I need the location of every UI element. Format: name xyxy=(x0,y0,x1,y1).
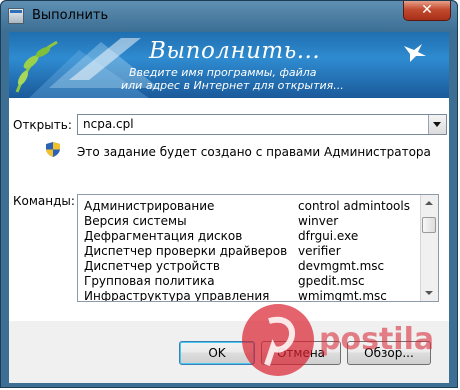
list-item[interactable]: Групповая политика gpedit.msc xyxy=(78,274,418,290)
command-name: Диспетчер проверки драйверов xyxy=(84,244,288,258)
header-banner: Выполнить... Введите имя программы, файл… xyxy=(9,32,449,98)
banner-title: Выполнить... xyxy=(149,38,321,64)
ok-button[interactable]: OK xyxy=(179,341,255,365)
close-icon: ✕ xyxy=(421,2,433,18)
commands-label: Команды: xyxy=(13,194,75,208)
scroll-thumb[interactable] xyxy=(422,217,436,233)
vertical-scrollbar[interactable] xyxy=(420,195,438,301)
list-item[interactable]: Администрирование control admintools xyxy=(78,199,418,215)
command-name: Инфраструктура управления xyxy=(84,289,270,302)
open-combobox[interactable]: ncpa.cpl xyxy=(77,114,447,135)
command-value: verifier xyxy=(298,244,341,258)
run-app-icon xyxy=(8,8,24,24)
command-value: devmgmt.msc xyxy=(298,259,385,273)
command-value: winver xyxy=(298,214,339,228)
button-bar: OK Отмена Обзор... xyxy=(9,321,449,383)
uac-shield-icon xyxy=(46,142,60,157)
list-item[interactable]: Диспетчер устройств devmgmt.msc xyxy=(78,259,418,275)
command-value: wmimgmt.msc xyxy=(298,289,387,302)
command-name: Дефрагментация дисков xyxy=(84,229,243,243)
banner-subtitle: Введите имя программы, файла или адрес в… xyxy=(121,66,344,92)
scroll-down-icon[interactable] xyxy=(421,285,437,301)
commands-list[interactable]: Администрирование control admintools Вер… xyxy=(77,194,439,302)
admin-note: Это задание будет создано с правами Адми… xyxy=(77,145,431,159)
command-name: Версия системы xyxy=(84,214,187,228)
list-item[interactable]: Версия системы winver xyxy=(78,214,418,230)
list-item[interactable]: Инфраструктура управления wmimgmt.msc xyxy=(78,289,418,302)
banner-subtitle-line1: Введите имя программы, файла xyxy=(129,66,317,79)
list-item[interactable]: Дефрагментация дисков dfrgui.exe xyxy=(78,229,418,245)
browse-button[interactable]: Обзор... xyxy=(347,341,431,365)
dropdown-arrow-icon[interactable] xyxy=(428,115,446,134)
dialog-body: Выполнить... Введите имя программы, файл… xyxy=(9,32,449,383)
scroll-up-icon[interactable] xyxy=(421,195,437,211)
command-value: gpedit.msc xyxy=(298,274,365,288)
close-button[interactable]: ✕ xyxy=(403,1,451,21)
command-name: Администрирование xyxy=(84,199,215,213)
open-label: Открыть: xyxy=(13,118,72,132)
cancel-button[interactable]: Отмена xyxy=(261,341,341,365)
window-title: Выполнить xyxy=(32,8,109,23)
run-dialog-window: Выполнить ✕ Выполнить... Введите имя про… xyxy=(0,0,458,388)
bird-icon xyxy=(404,44,426,62)
command-name: Диспетчер устройств xyxy=(84,259,221,273)
open-input[interactable]: ncpa.cpl xyxy=(83,117,134,131)
command-name: Групповая политика xyxy=(84,274,215,288)
title-bar[interactable]: Выполнить ✕ xyxy=(1,1,457,31)
command-value: control admintools xyxy=(298,199,410,213)
list-item[interactable]: Диспетчер проверки драйверов verifier xyxy=(78,244,418,260)
command-value: dfrgui.exe xyxy=(298,229,359,243)
banner-subtitle-line2: или адрес в Интернет для открытия... xyxy=(121,79,344,92)
